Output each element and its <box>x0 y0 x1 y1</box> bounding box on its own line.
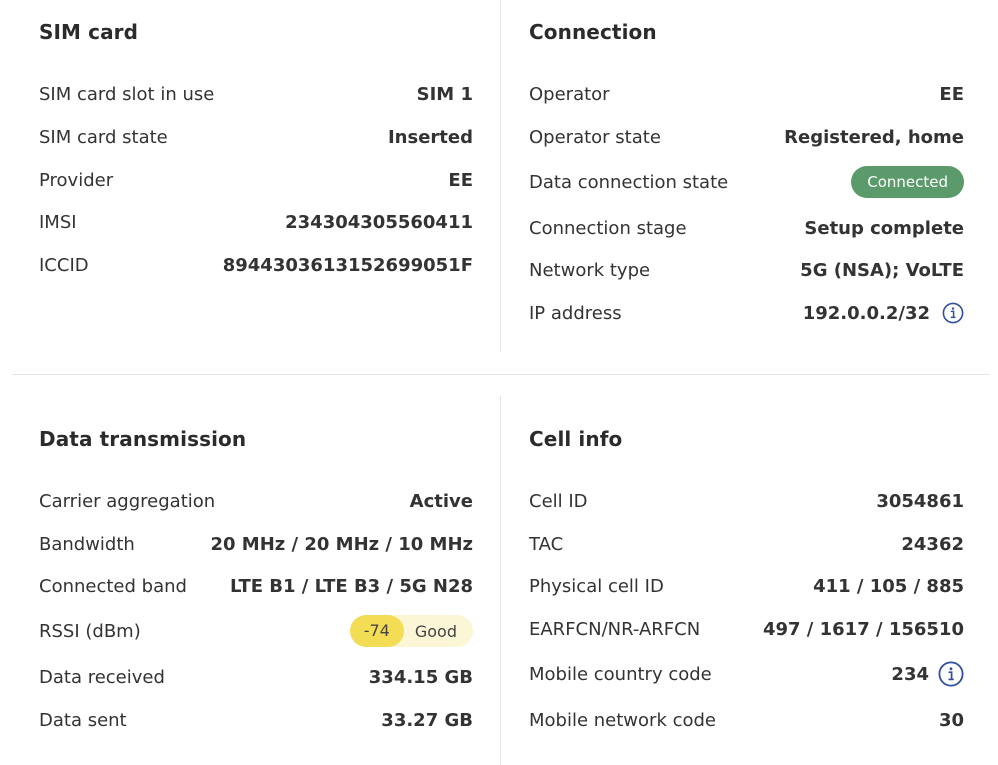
row-value: EE <box>939 83 964 105</box>
rssi-value: -74 <box>349 615 404 647</box>
row-value: 192.0.0.2/32 <box>802 302 930 324</box>
row-value: 20 MHz / 20 MHz / 10 MHz <box>210 533 473 555</box>
physical-cell-id-row: Physical cell ID 411 / 105 / 885 <box>529 574 964 598</box>
network-type-row: Network type 5G (NSA); VoLTE <box>529 258 964 282</box>
row-label: Data received <box>39 666 165 688</box>
row-label: Mobile network code <box>529 709 716 731</box>
row-value: 334.15 GB <box>368 666 473 688</box>
sim-card-title: SIM card <box>39 20 139 44</box>
row-label: Carrier aggregation <box>39 490 216 512</box>
data-connection-state-row: Data connection state Connected <box>529 166 964 198</box>
row-value: 33.27 GB <box>381 709 473 731</box>
cell-info-panel: Cell info Cell ID 3054861 TAC 24362 Phys… <box>529 427 964 747</box>
row-value: Registered, home <box>784 126 964 148</box>
mobile-country-code-row: Mobile country code 234 <box>529 661 964 687</box>
row-label: Bandwidth <box>39 533 135 555</box>
row-value: 234304305560411 <box>285 211 473 233</box>
connected-band-row: Connected band LTE B1 / LTE B3 / 5G N28 <box>39 574 473 598</box>
bandwidth-row: Bandwidth 20 MHz / 20 MHz / 10 MHz <box>39 532 473 556</box>
row-value: SIM 1 <box>416 83 473 105</box>
data-transmission-title: Data transmission <box>39 427 247 451</box>
row-value: 30 <box>938 709 964 731</box>
earfcn-row: EARFCN/NR-ARFCN 497 / 1617 / 156510 <box>529 617 964 641</box>
connection-panel: Connection Operator EE Operator state Re… <box>529 20 964 330</box>
row-label: IMSI <box>39 211 77 233</box>
row-value: EE <box>448 169 473 191</box>
row-label: Data connection state <box>529 171 729 193</box>
row-value: 497 / 1617 / 156510 <box>762 618 964 640</box>
row-label: SIM card slot in use <box>39 83 215 105</box>
rssi-row: RSSI (dBm) -74 Good <box>39 615 473 647</box>
row-value: LTE B1 / LTE B3 / 5G N28 <box>229 575 473 597</box>
row-value: Active <box>409 490 473 512</box>
row-value: 5G (NSA); VoLTE <box>800 259 964 281</box>
row-label: Mobile country code <box>529 663 712 685</box>
vertical-divider-top <box>500 0 501 352</box>
data-transmission-panel: Data transmission Carrier aggregation Ac… <box>39 427 473 747</box>
sim-state-row: SIM card state Inserted <box>39 125 473 149</box>
row-label: Connection stage <box>529 217 687 239</box>
row-label: Physical cell ID <box>529 575 664 597</box>
row-value: 8944303613152699051F <box>222 254 473 276</box>
row-value: 3054861 <box>876 490 964 512</box>
vertical-divider-bottom <box>500 396 501 765</box>
provider-row: Provider EE <box>39 168 473 192</box>
ip-address-row: IP address 192.0.0.2/32 <box>529 301 964 325</box>
row-label: TAC <box>529 533 564 555</box>
row-label: Data sent <box>39 709 127 731</box>
row-label: EARFCN/NR-ARFCN <box>529 618 701 640</box>
imsi-row: IMSI 234304305560411 <box>39 210 473 234</box>
ip-address-value: 192.0.0.2/32 <box>803 302 964 324</box>
info-circle-icon[interactable] <box>938 661 964 687</box>
data-received-row: Data received 334.15 GB <box>39 665 473 689</box>
mcc-value: 234 <box>891 661 964 687</box>
cell-info-title: Cell info <box>529 427 623 451</box>
operator-state-row: Operator state Registered, home <box>529 125 964 149</box>
connection-title: Connection <box>529 20 657 44</box>
info-circle-icon[interactable] <box>942 302 964 324</box>
tac-row: TAC 24362 <box>529 532 964 556</box>
row-label: IP address <box>529 302 622 324</box>
sim-card-panel: SIM card SIM card slot in use SIM 1 SIM … <box>39 20 473 300</box>
row-value: Inserted <box>387 126 473 148</box>
row-label: Connected band <box>39 575 187 597</box>
sim-slot-row: SIM card slot in use SIM 1 <box>39 82 473 106</box>
row-value: 24362 <box>901 533 964 555</box>
operator-row: Operator EE <box>529 82 964 106</box>
row-value: 234 <box>891 663 929 685</box>
row-label: SIM card state <box>39 126 168 148</box>
connection-stage-row: Connection stage Setup complete <box>529 216 964 240</box>
row-label: Cell ID <box>529 490 588 512</box>
data-sent-row: Data sent 33.27 GB <box>39 708 473 732</box>
iccid-row: ICCID 8944303613152699051F <box>39 253 473 277</box>
row-label: Network type <box>529 259 651 281</box>
rssi-signal-indicator: -74 Good <box>349 615 473 647</box>
row-label: RSSI (dBm) <box>39 620 141 642</box>
cell-id-row: Cell ID 3054861 <box>529 489 964 513</box>
row-label: ICCID <box>39 254 89 276</box>
horizontal-divider <box>12 374 990 375</box>
rssi-quality: Good <box>414 621 457 641</box>
row-label: Operator <box>529 83 610 105</box>
row-value: Setup complete <box>804 217 964 239</box>
mobile-network-code-row: Mobile network code 30 <box>529 708 964 732</box>
row-value: 411 / 105 / 885 <box>813 575 964 597</box>
connected-status-badge: Connected <box>851 166 964 198</box>
row-label: Operator state <box>529 126 661 148</box>
row-label: Provider <box>39 169 114 191</box>
carrier-aggregation-row: Carrier aggregation Active <box>39 489 473 513</box>
